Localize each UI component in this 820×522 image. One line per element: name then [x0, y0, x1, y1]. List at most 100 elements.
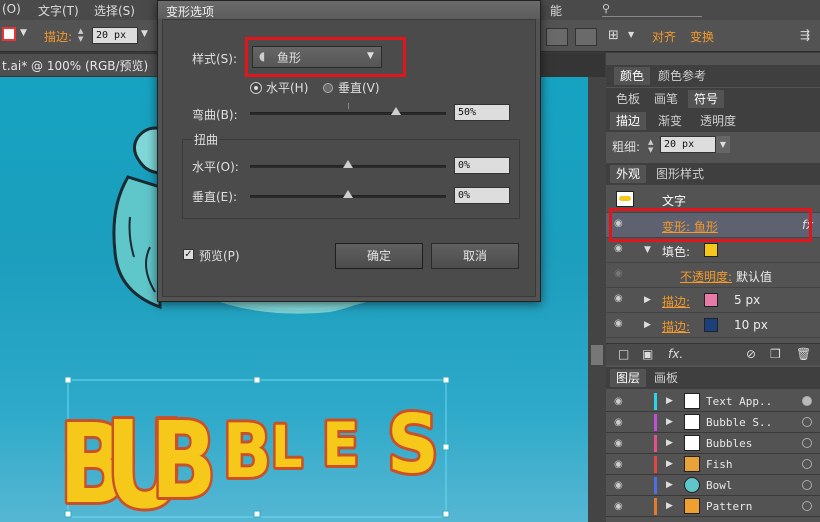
stroke2-link[interactable]: 描边: — [662, 318, 690, 335]
layer-name[interactable]: Bubble S.. — [706, 416, 772, 429]
tab-color[interactable]: 颜色 — [614, 67, 651, 85]
tab-layers[interactable]: 图层 — [610, 369, 647, 387]
distortion-h-slider-thumb[interactable] — [343, 160, 353, 168]
target-icon[interactable] — [802, 501, 812, 511]
fx-menu-icon[interactable]: fx. — [668, 347, 683, 361]
search-input[interactable] — [602, 3, 702, 17]
tab-artboards[interactable]: 画板 — [648, 369, 684, 387]
layer-name[interactable]: Bowl — [706, 479, 733, 492]
duplicate-item-icon[interactable]: ❐ — [770, 347, 781, 361]
stepper-icon[interactable]: ▲ ▼ — [648, 138, 653, 154]
cancel-button[interactable]: 取消 — [431, 243, 519, 269]
expand-right-icon[interactable]: ▶ — [644, 295, 651, 305]
layer-row[interactable]: ◉ ▶ Bubble S.. — [606, 412, 820, 433]
chevron-down-icon[interactable]: ▼ — [716, 136, 730, 153]
distortion-v-slider-thumb[interactable] — [343, 190, 353, 198]
expand-right-icon[interactable]: ▶ — [666, 459, 673, 469]
layer-name[interactable]: Bubbles — [706, 437, 752, 450]
vertical-radio[interactable] — [323, 83, 333, 93]
tab-stroke[interactable]: 描边 — [610, 112, 647, 130]
layer-row[interactable]: ◉ ▶ Bowl — [606, 475, 820, 496]
expand-down-icon[interactable]: ▼ — [644, 245, 651, 255]
bend-slider-track[interactable] — [250, 112, 446, 115]
target-icon[interactable] — [802, 417, 812, 427]
stroke2-swatch[interactable] — [704, 318, 718, 332]
expand-right-icon[interactable]: ▶ — [666, 438, 673, 448]
stroke1-link[interactable]: 描边: — [662, 293, 690, 310]
opacity-link[interactable]: 不透明度: — [680, 268, 732, 285]
stroke-label[interactable]: 描边: — [44, 28, 72, 45]
expand-right-icon[interactable]: ▶ — [666, 417, 673, 427]
stroke-swatch[interactable] — [2, 27, 16, 41]
document-tab[interactable]: t.ai* @ 100% (RGB/预览) × — [0, 54, 175, 76]
appearance-opacity-row[interactable]: ◉ 不透明度: 默认值 — [606, 263, 820, 288]
eye-icon[interactable]: ◉ — [614, 268, 626, 279]
expand-right-icon[interactable]: ▶ — [644, 320, 651, 330]
tab-graphic-styles[interactable]: 图形样式 — [650, 165, 710, 183]
tab-symbols[interactable]: 符号 — [688, 90, 725, 108]
add-stroke-icon[interactable]: □ — [618, 347, 629, 361]
trash-icon[interactable]: 🗑 — [796, 347, 811, 361]
workspace-label[interactable]: 能 — [550, 2, 562, 19]
eye-icon[interactable]: ◉ — [614, 318, 626, 329]
target-icon[interactable] — [802, 480, 812, 490]
eye-icon[interactable]: ◉ — [614, 501, 626, 512]
layer-name[interactable]: Pattern — [706, 500, 752, 513]
layer-name[interactable]: Fish — [706, 458, 733, 471]
menu-item-window[interactable]: (O) — [2, 2, 21, 16]
preview-checkbox[interactable]: ✓ — [183, 249, 194, 260]
horizontal-radio[interactable] — [250, 82, 262, 94]
tab-brushes[interactable]: 画笔 — [648, 90, 684, 108]
fill-swatch[interactable] — [704, 243, 718, 257]
expand-right-icon[interactable]: ▶ — [666, 501, 673, 511]
chevron-down-icon[interactable]: ▼ — [20, 28, 27, 38]
envelope-icon[interactable]: ⊞ — [608, 28, 619, 43]
eye-icon[interactable]: ◉ — [614, 293, 626, 304]
chevron-down-icon[interactable]: ▼ — [141, 29, 148, 39]
layer-name[interactable]: Text App.. — [706, 395, 772, 408]
tab-gradient[interactable]: 渐变 — [652, 112, 688, 130]
menu-item-select[interactable]: 选择(S) — [94, 2, 135, 19]
add-fill-icon[interactable]: ▣ — [642, 347, 653, 361]
layer-row[interactable]: ◉ ▶ Fish — [606, 454, 820, 475]
layer-row[interactable]: ◉ ▶ Text App.. — [606, 391, 820, 412]
canvas-vertical-scrollbar[interactable] — [588, 77, 606, 522]
eye-icon[interactable]: ◉ — [614, 417, 626, 428]
menu-item-type[interactable]: 文字(T) — [38, 2, 79, 19]
clear-appearance-icon[interactable]: ⊘ — [746, 347, 756, 361]
tab-transparency[interactable]: 透明度 — [694, 112, 742, 130]
eye-icon[interactable]: ◉ — [614, 480, 626, 491]
appearance-fill-row[interactable]: ◉ ▼ 填色: — [606, 238, 820, 263]
tab-color-guide[interactable]: 颜色参考 — [652, 67, 712, 85]
align-right-icon[interactable] — [575, 28, 597, 46]
distortion-h-input[interactable]: 0% — [454, 157, 510, 174]
align-link[interactable]: 对齐 — [652, 28, 676, 45]
eye-icon[interactable]: ◉ — [614, 438, 626, 449]
expand-right-icon[interactable]: ▶ — [666, 396, 673, 406]
appearance-stroke2-row[interactable]: ◉ ▶ 描边: 10 px — [606, 313, 820, 338]
eye-icon[interactable]: ◉ — [614, 459, 626, 470]
transform-link[interactable]: 变换 — [690, 28, 714, 45]
bend-input[interactable]: 50% — [454, 104, 510, 121]
target-icon[interactable] — [802, 459, 812, 469]
stepper-icon[interactable]: ▲ ▼ — [78, 27, 90, 43]
expand-right-icon[interactable]: ▶ — [666, 480, 673, 490]
eye-icon[interactable]: ◉ — [614, 396, 626, 407]
chevron-down-icon[interactable]: ▼ — [628, 30, 634, 39]
distortion-v-input[interactable]: 0% — [454, 187, 510, 204]
stroke1-swatch[interactable] — [704, 293, 718, 307]
scroll-thumb[interactable] — [591, 345, 603, 365]
target-icon[interactable] — [802, 396, 812, 406]
eye-icon[interactable]: ◉ — [614, 243, 626, 254]
layer-row[interactable]: ◉ ▶ Pattern — [606, 496, 820, 517]
target-icon[interactable] — [802, 438, 812, 448]
tab-appearance[interactable]: 外观 — [610, 165, 647, 183]
bend-slider-thumb[interactable] — [391, 107, 401, 115]
layer-row[interactable]: ◉ ▶ Bubbles — [606, 433, 820, 454]
panel-menu-icon[interactable]: ⇶ — [800, 28, 810, 42]
stroke-width-input[interactable]: 20 px — [92, 27, 138, 44]
weight-input[interactable]: 20 px — [660, 136, 716, 153]
tab-swatches[interactable]: 色板 — [610, 90, 646, 108]
ok-button[interactable]: 确定 — [335, 243, 423, 269]
appearance-stroke1-row[interactable]: ◉ ▶ 描边: 5 px — [606, 288, 820, 313]
